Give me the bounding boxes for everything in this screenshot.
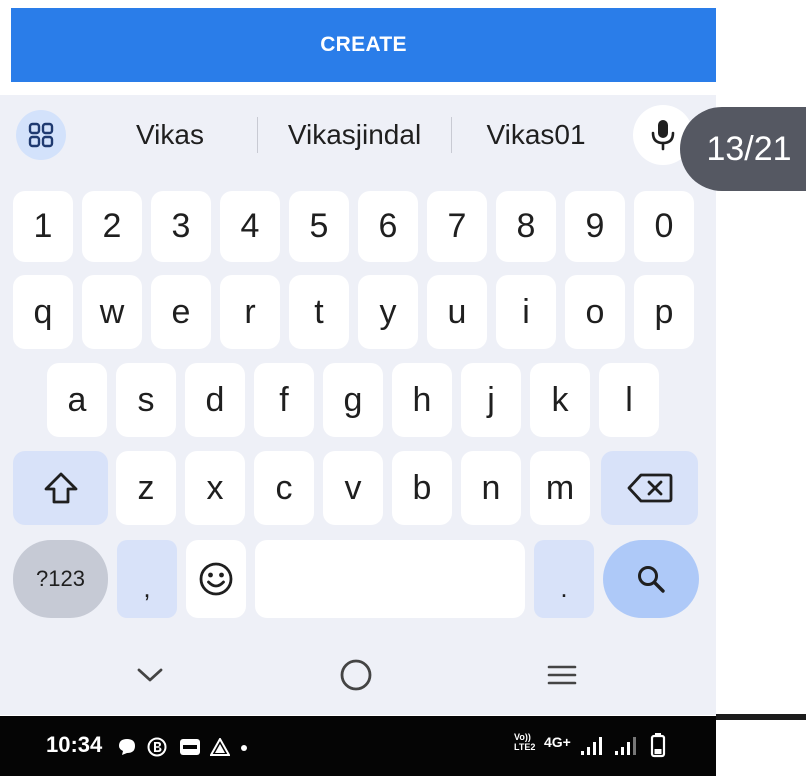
suggestion-divider xyxy=(451,117,452,153)
key-3[interactable]: 3 xyxy=(151,191,211,262)
suggestion-divider xyxy=(257,117,258,153)
chat-icon xyxy=(118,738,136,756)
suggestion-2[interactable]: Vikasjindal xyxy=(262,113,447,157)
key-j[interactable]: j xyxy=(461,363,521,437)
home-circle-icon xyxy=(340,659,372,691)
key-s[interactable]: s xyxy=(116,363,176,437)
key-7[interactable]: 7 xyxy=(427,191,487,262)
microphone-icon xyxy=(651,120,675,151)
key-z[interactable]: z xyxy=(116,451,176,525)
home-button[interactable] xyxy=(326,653,386,697)
b-circle-icon xyxy=(147,737,167,757)
menu-icon xyxy=(547,665,577,685)
key-q[interactable]: q xyxy=(13,275,73,349)
shift-key[interactable] xyxy=(13,451,108,525)
search-key[interactable] xyxy=(603,540,699,618)
key-0[interactable]: 0 xyxy=(634,191,694,262)
comma-key[interactable]: , xyxy=(117,540,177,618)
key-b[interactable]: b xyxy=(392,451,452,525)
triangle-app-icon xyxy=(210,738,230,756)
shift-arrow-icon xyxy=(44,472,77,504)
page-counter-badge: 13/21 xyxy=(680,107,806,191)
key-p[interactable]: p xyxy=(634,275,694,349)
dot-icon xyxy=(240,744,248,752)
key-c[interactable]: c xyxy=(254,451,314,525)
key-2[interactable]: 2 xyxy=(82,191,142,262)
battery-icon xyxy=(650,732,666,758)
key-u[interactable]: u xyxy=(427,275,487,349)
status-clock: 10:34 xyxy=(46,732,103,757)
key-t[interactable]: t xyxy=(289,275,349,349)
suggestion-strip: Vikas Vikasjindal Vikas01 xyxy=(0,95,716,183)
keyboard-apps-button[interactable] xyxy=(16,110,66,160)
key-v[interactable]: v xyxy=(323,451,383,525)
key-k[interactable]: k xyxy=(530,363,590,437)
key-g[interactable]: g xyxy=(323,363,383,437)
key-f[interactable]: f xyxy=(254,363,314,437)
keyboard-nav-bar xyxy=(0,635,716,715)
status-bar: 10:34 Vo)) LTE2 4G+ xyxy=(0,716,716,776)
grid-icon xyxy=(28,122,54,148)
backspace-icon xyxy=(627,473,672,503)
emoji-icon xyxy=(199,562,233,596)
space-key[interactable] xyxy=(255,540,525,618)
network-type: 4G+ xyxy=(544,734,571,750)
symbols-key[interactable]: ?123 xyxy=(13,540,108,618)
key-y[interactable]: y xyxy=(358,275,418,349)
paytm-icon xyxy=(179,738,201,756)
key-4[interactable]: 4 xyxy=(220,191,280,262)
key-6[interactable]: 6 xyxy=(358,191,418,262)
suggestion-3[interactable]: Vikas01 xyxy=(456,113,616,157)
volte-indicator: Vo)) LTE2 xyxy=(514,732,536,752)
key-8[interactable]: 8 xyxy=(496,191,556,262)
emoji-key[interactable] xyxy=(186,540,246,618)
key-1[interactable]: 1 xyxy=(13,191,73,262)
key-x[interactable]: x xyxy=(185,451,245,525)
key-l[interactable]: l xyxy=(599,363,659,437)
key-o[interactable]: o xyxy=(565,275,625,349)
key-5[interactable]: 5 xyxy=(289,191,349,262)
key-d[interactable]: d xyxy=(185,363,245,437)
signal-1-icon xyxy=(580,736,606,756)
search-icon xyxy=(638,566,665,593)
create-button[interactable]: CREATE xyxy=(11,8,716,82)
backspace-key[interactable] xyxy=(601,451,698,525)
key-w[interactable]: w xyxy=(82,275,142,349)
suggestion-1[interactable]: Vikas xyxy=(100,113,240,157)
key-m[interactable]: m xyxy=(530,451,590,525)
key-9[interactable]: 9 xyxy=(565,191,625,262)
key-h[interactable]: h xyxy=(392,363,452,437)
hide-keyboard-button[interactable] xyxy=(120,653,180,697)
key-a[interactable]: a xyxy=(47,363,107,437)
edge-divider xyxy=(716,714,806,720)
on-screen-keyboard: Vikas Vikasjindal Vikas01 1 2 3 4 5 6 7 … xyxy=(0,95,716,715)
key-r[interactable]: r xyxy=(220,275,280,349)
chevron-down-icon xyxy=(137,668,163,682)
signal-2-icon xyxy=(614,736,640,756)
recents-button[interactable] xyxy=(532,653,592,697)
key-n[interactable]: n xyxy=(461,451,521,525)
key-i[interactable]: i xyxy=(496,275,556,349)
period-key[interactable]: . xyxy=(534,540,594,618)
key-e[interactable]: e xyxy=(151,275,211,349)
